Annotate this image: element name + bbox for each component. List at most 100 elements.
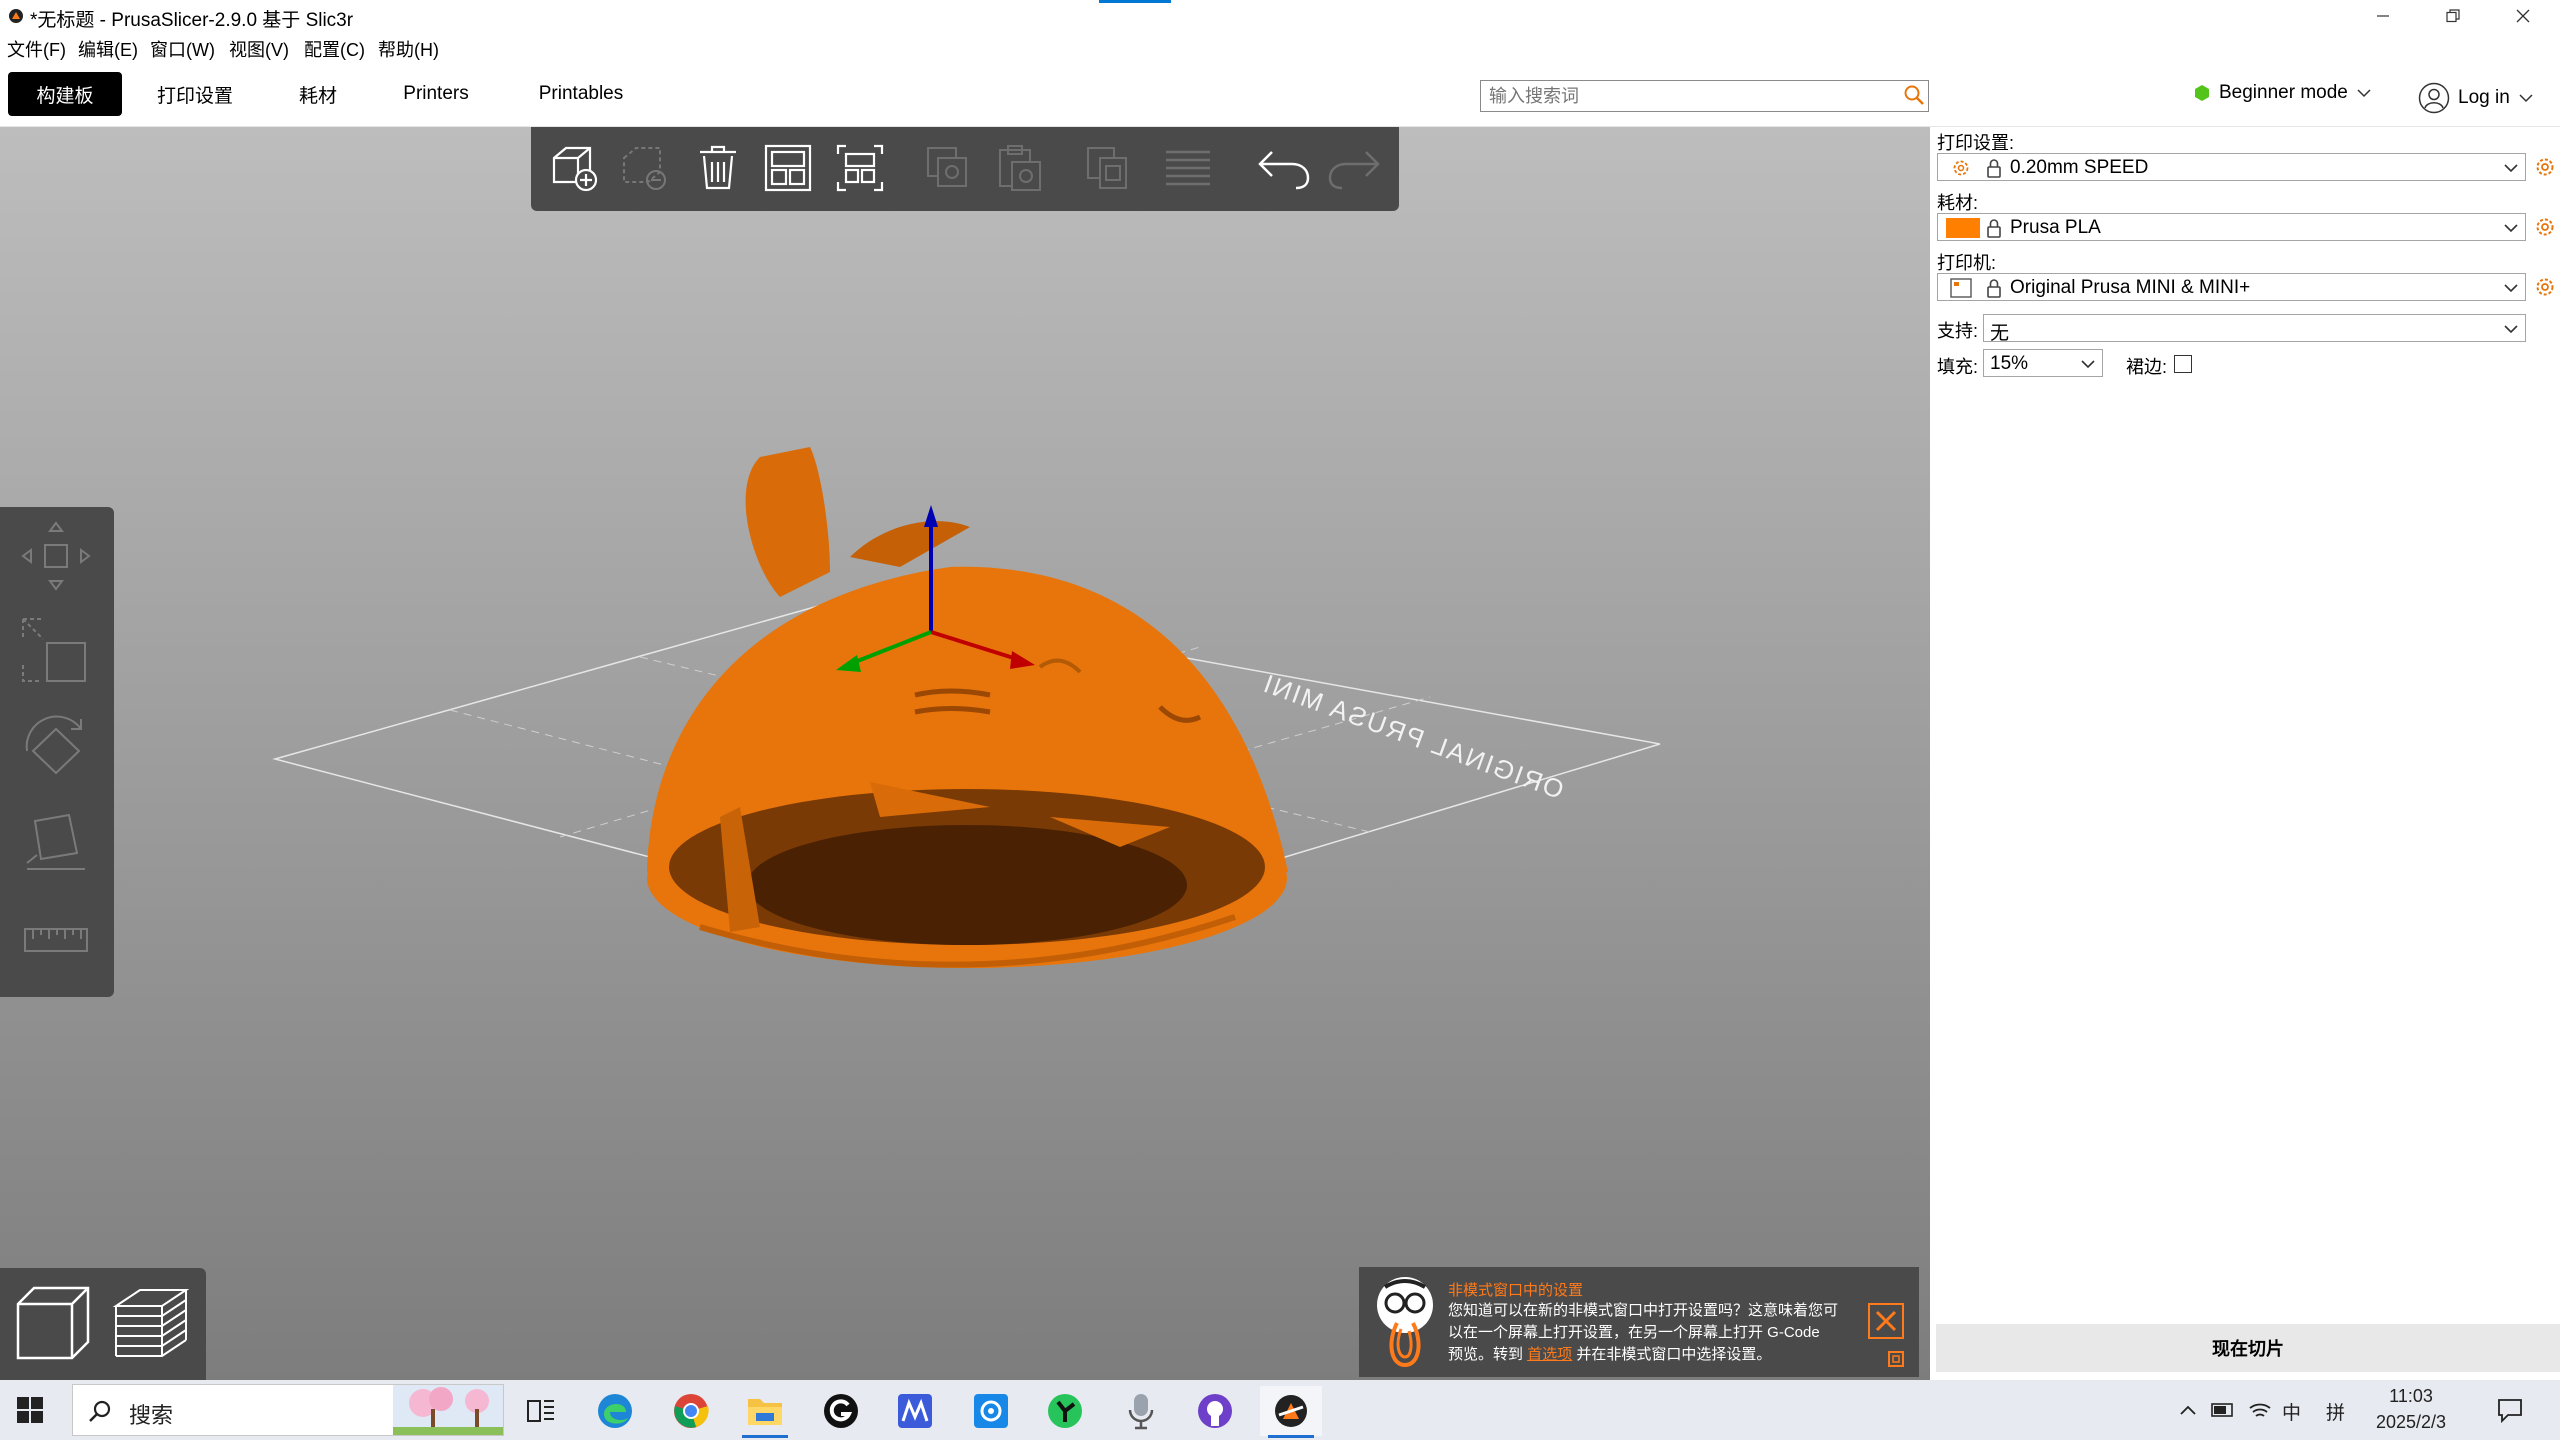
task-view-button[interactable] bbox=[510, 1386, 572, 1436]
printer-value: Original Prusa MINI & MINI+ bbox=[2010, 277, 2251, 298]
app-blue-button[interactable] bbox=[960, 1386, 1022, 1436]
delete-button[interactable] bbox=[615, 139, 677, 197]
minimize-button[interactable] bbox=[2348, 0, 2418, 32]
hint-notification: 非模式窗口中的设置 您知道可以在新的非模式窗口中打开设置吗？这意味着您可 以在一… bbox=[1359, 1267, 1919, 1377]
redo-button[interactable] bbox=[1323, 139, 1385, 197]
notification-line-3: 预览。转到 首选项 并在非模式窗口中选择设置。 bbox=[1448, 1344, 1853, 1366]
paste-button[interactable] bbox=[989, 139, 1051, 197]
ime-mode[interactable]: 拼 bbox=[2326, 1398, 2345, 1425]
print-settings-combo[interactable]: 0.20mm SPEED bbox=[1937, 153, 2526, 181]
infill-label: 填充: bbox=[1937, 357, 1979, 377]
arrange-button[interactable] bbox=[757, 139, 819, 197]
app-mic-button[interactable] bbox=[1110, 1386, 1172, 1436]
delete-all-button[interactable] bbox=[687, 139, 749, 197]
cube-icon bbox=[16, 1286, 90, 1360]
search-input[interactable] bbox=[1487, 84, 1891, 108]
wifi-icon[interactable] bbox=[2248, 1398, 2272, 1420]
restore-button[interactable] bbox=[2418, 0, 2488, 32]
printer-label: 打印机: bbox=[1937, 253, 1997, 273]
ime-language[interactable]: 中 bbox=[2282, 1398, 2301, 1425]
add-instance-button[interactable] bbox=[1077, 139, 1139, 197]
place-on-face-tool-button[interactable] bbox=[12, 799, 100, 889]
scene-canvas[interactable]: ORIGINAL PRUSA MINI bbox=[0, 127, 1930, 1380]
login-button[interactable]: Log in bbox=[2418, 82, 2534, 114]
menu-view[interactable]: 视图(V) bbox=[229, 36, 289, 62]
app-green-button[interactable] bbox=[1034, 1386, 1096, 1436]
chrome-button[interactable] bbox=[660, 1386, 722, 1436]
top-toolbar bbox=[531, 127, 1399, 211]
notification-line-2: 以在一个屏幕上打开设置，在另一个屏幕上打开 G-Code bbox=[1448, 1324, 1820, 1341]
search-box[interactable] bbox=[1480, 80, 1929, 112]
close-button[interactable] bbox=[2488, 0, 2558, 32]
tab-filament[interactable]: 耗材 bbox=[280, 72, 356, 116]
menu-config[interactable]: 配置(C) bbox=[304, 36, 365, 62]
taskbar: 搜索 中 拼 11:03 2025/2/3 bbox=[0, 1380, 2560, 1440]
layers-button[interactable] bbox=[1157, 139, 1219, 197]
notification-close-button[interactable] bbox=[1868, 1303, 1904, 1339]
print-settings-label: 打印设置: bbox=[1937, 133, 2015, 153]
lock-icon bbox=[1987, 159, 2001, 178]
tab-printables[interactable]: Printables bbox=[520, 72, 642, 116]
github-button[interactable] bbox=[1184, 1386, 1246, 1436]
clippy-hint-icon bbox=[1377, 1277, 1433, 1368]
arrange-icon bbox=[764, 144, 812, 192]
copy-button[interactable] bbox=[917, 139, 979, 197]
windows-start-icon[interactable] bbox=[16, 1396, 44, 1424]
scale-tool-button[interactable] bbox=[12, 607, 100, 697]
file-explorer-button[interactable] bbox=[734, 1386, 796, 1438]
support-combo[interactable]: 无 bbox=[1983, 314, 2526, 344]
menu-file[interactable]: 文件(F) bbox=[7, 36, 66, 62]
prusaslicer-taskbar-button[interactable] bbox=[1260, 1386, 1322, 1438]
app-m-button[interactable] bbox=[884, 1386, 946, 1436]
move-tool-button[interactable] bbox=[12, 511, 100, 601]
user-avatar-icon bbox=[2418, 82, 2450, 114]
slice-now-button[interactable]: 现在切片 bbox=[1936, 1324, 2560, 1372]
trash-icon bbox=[700, 145, 736, 190]
chevron-down-icon bbox=[2504, 284, 2518, 293]
place-on-face-icon bbox=[26, 813, 85, 870]
chrome-icon bbox=[674, 1394, 709, 1428]
menu-edit[interactable]: 编辑(E) bbox=[78, 36, 138, 62]
app-g-button[interactable] bbox=[810, 1386, 872, 1436]
arrange-selection-icon bbox=[836, 144, 884, 192]
tab-printers[interactable]: Printers bbox=[386, 72, 486, 116]
print-settings-value: 0.20mm SPEED bbox=[2010, 157, 2149, 178]
tab-plater[interactable]: 构建板 bbox=[8, 72, 122, 116]
notification-body: 您知道可以在新的非模式窗口中打开设置吗？这意味着您可 以在一个屏幕上打开设置，在… bbox=[1448, 1300, 1853, 1366]
gear-icon[interactable] bbox=[2535, 277, 2555, 297]
notification-center-icon[interactable] bbox=[2496, 1396, 2524, 1424]
arrange-selection-button[interactable] bbox=[829, 139, 891, 197]
clock-date: 2025/2/3 bbox=[2375, 1412, 2447, 1432]
filament-color-swatch[interactable] bbox=[1946, 218, 1980, 238]
notification-line-1: 您知道可以在新的非模式窗口中打开设置吗？这意味着您可 bbox=[1448, 1302, 1839, 1319]
infill-combo[interactable]: 15% bbox=[1983, 349, 2103, 377]
preferences-link[interactable]: 首选项 bbox=[1527, 1346, 1572, 1363]
edge-button[interactable] bbox=[584, 1386, 646, 1436]
search-icon[interactable] bbox=[1903, 84, 1925, 106]
model-dome[interactable] bbox=[647, 447, 1288, 968]
gear-icon[interactable] bbox=[2535, 217, 2555, 237]
minimize-notification-icon[interactable] bbox=[1888, 1351, 1904, 1367]
menu-help[interactable]: 帮助(H) bbox=[378, 36, 439, 62]
menu-window[interactable]: 窗口(W) bbox=[150, 36, 215, 62]
mode-selector[interactable]: Beginner mode bbox=[2193, 82, 2372, 104]
tab-print-settings[interactable]: 打印设置 bbox=[140, 72, 250, 116]
rotate-tool-button[interactable] bbox=[12, 703, 100, 793]
filament-combo[interactable]: Prusa PLA bbox=[1937, 213, 2526, 241]
gear-icon[interactable] bbox=[2535, 157, 2555, 177]
filament-label: 耗材: bbox=[1937, 193, 1979, 213]
add-button[interactable] bbox=[545, 139, 607, 197]
tray-expand-icon[interactable] bbox=[2178, 1402, 2198, 1418]
3d-view-button[interactable] bbox=[12, 1282, 94, 1369]
battery-icon[interactable] bbox=[2210, 1400, 2236, 1420]
preview-button[interactable] bbox=[110, 1282, 192, 1369]
undo-button[interactable] bbox=[1253, 139, 1315, 197]
edge-icon bbox=[598, 1394, 632, 1428]
taskbar-search[interactable]: 搜索 bbox=[72, 1384, 504, 1436]
3d-scene[interactable]: ORIGINAL PRUSA MINI 非模式窗口中的设置 您知道可以在新的非模… bbox=[0, 127, 1930, 1380]
measure-tool-button[interactable] bbox=[12, 895, 100, 985]
printer-combo[interactable]: Original Prusa MINI & MINI+ bbox=[1937, 273, 2526, 301]
brim-checkbox[interactable] bbox=[2174, 355, 2192, 373]
brim-label: 裙边: bbox=[2126, 357, 2168, 377]
clock[interactable]: 11:03 2025/2/3 bbox=[2366, 1383, 2456, 1435]
